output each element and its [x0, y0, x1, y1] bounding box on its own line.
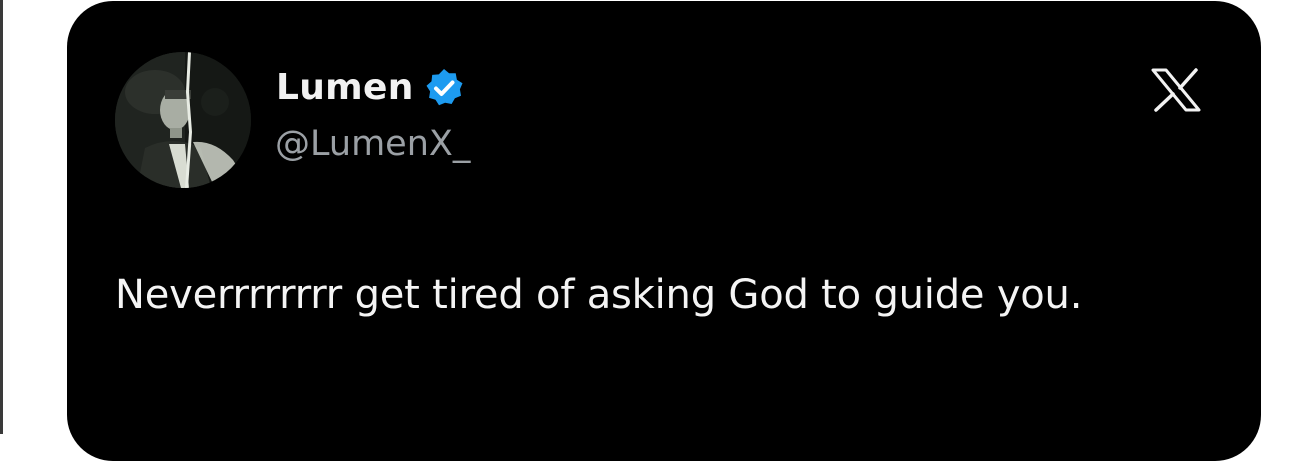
verified-badge-icon — [424, 68, 464, 108]
author-handle[interactable]: @LumenX_ — [275, 120, 470, 168]
tweet-body-text: Neverrrrrrrr get tired of asking God to … — [115, 272, 1083, 318]
author-display-name[interactable]: Lumen — [276, 62, 414, 114]
author-avatar[interactable] — [115, 52, 251, 188]
screenshot-edge — [0, 0, 3, 434]
author-name-row: Lumen — [276, 62, 464, 114]
x-logo-icon[interactable] — [1148, 66, 1204, 114]
tweet-card — [67, 1, 1261, 461]
person-portrait-icon — [115, 52, 251, 188]
